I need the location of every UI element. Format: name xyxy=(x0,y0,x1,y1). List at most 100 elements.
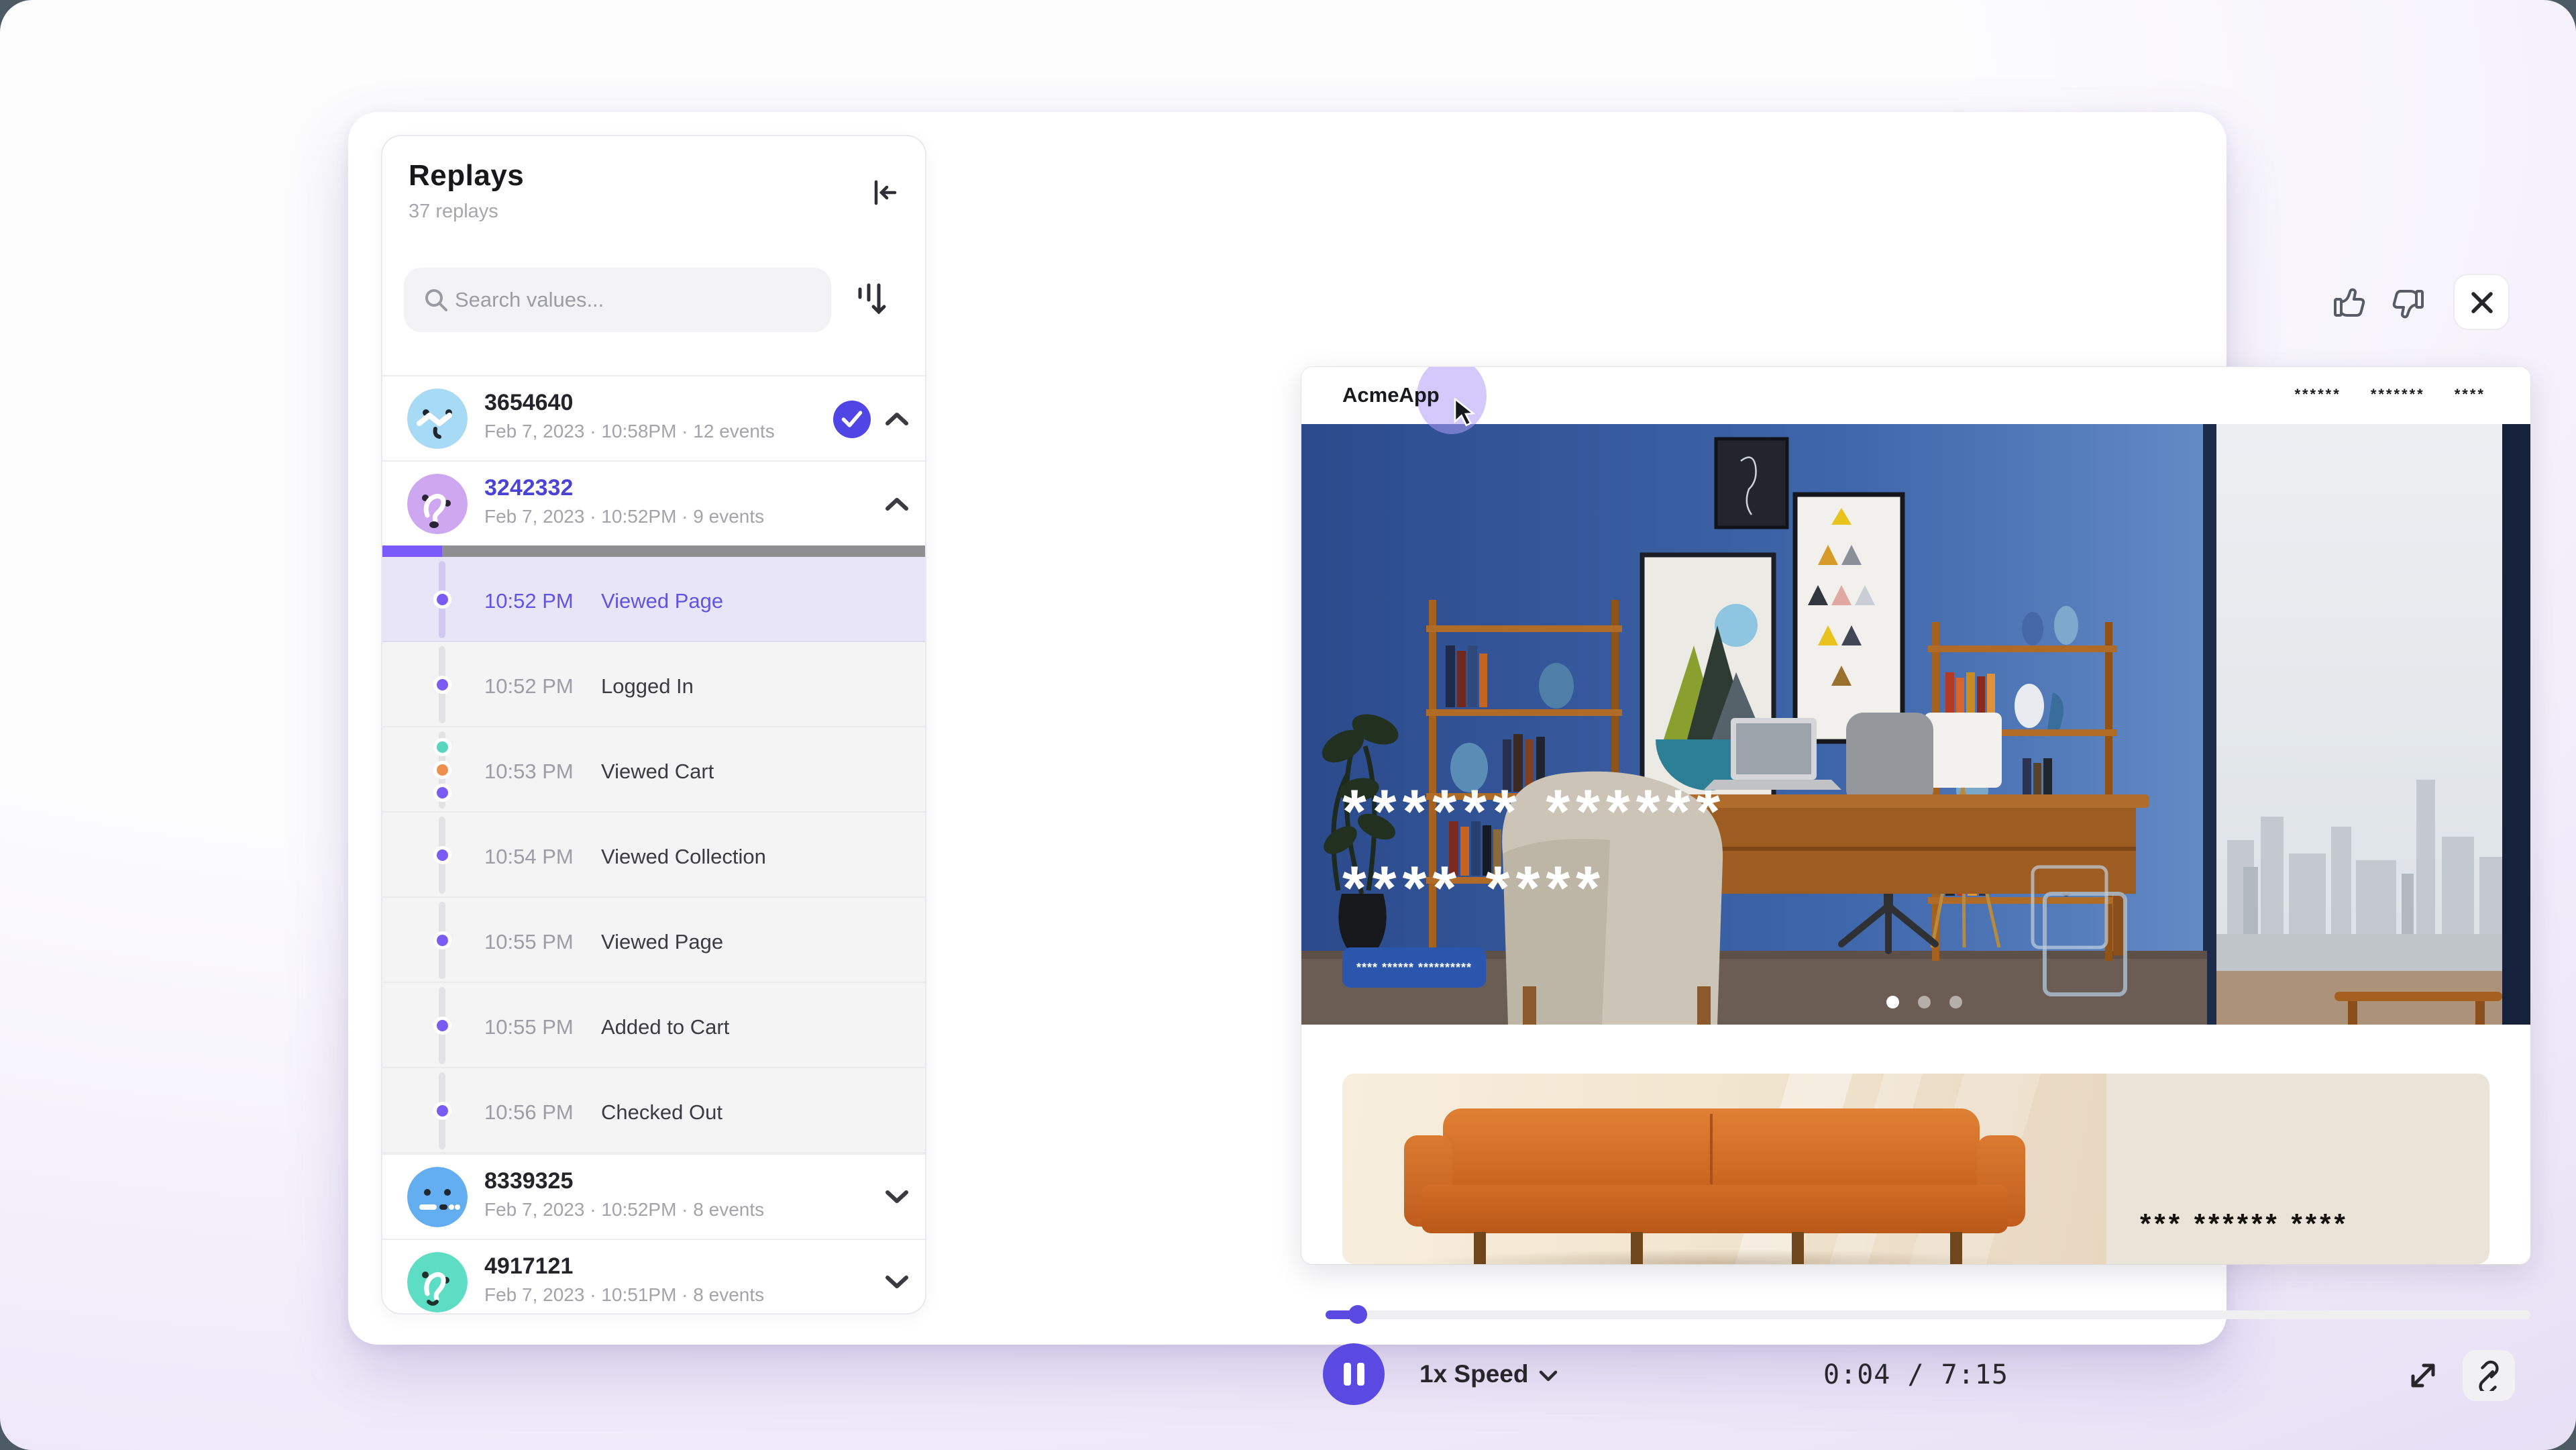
masked-nav-item[interactable]: ****** xyxy=(2294,386,2341,403)
replays-sidebar: Replays 37 replays xyxy=(381,135,926,1314)
session-id: 3242332 xyxy=(484,475,573,501)
event-time: 10:53 PM xyxy=(484,760,574,784)
page-title: Replays xyxy=(409,159,524,193)
carousel-dot-active[interactable] xyxy=(1886,996,1899,1008)
close-icon xyxy=(2469,290,2495,315)
event-name: Viewed Collection xyxy=(601,845,766,869)
event-row[interactable]: 10:52 PM Viewed Page xyxy=(382,557,925,642)
product-text-panel: *** ****** **** xyxy=(2106,1074,2489,1264)
session-row-4917121[interactable]: 4917121 Feb 7, 2023 · 10:51PM · 8 events xyxy=(382,1239,925,1314)
product-carousel-section: *** ****** **** xyxy=(1342,1074,2489,1264)
event-row[interactable]: 10:52 PM Logged In xyxy=(382,642,925,727)
carousel-dots[interactable] xyxy=(1886,996,1962,1008)
masked-hero-heading-line1: ****** ****** xyxy=(1342,792,1726,832)
pause-button[interactable] xyxy=(1323,1343,1385,1405)
feedback-controls xyxy=(2332,274,2514,334)
search-input[interactable] xyxy=(455,268,817,332)
search-box xyxy=(404,268,831,332)
masked-nav: ****** ******* **** xyxy=(2294,386,2485,403)
avatar xyxy=(407,474,468,534)
session-row-3654640[interactable]: 3654640 Feb 7, 2023 · 10:58PM · 12 event… xyxy=(382,375,925,460)
event-time: 10:52 PM xyxy=(484,674,574,698)
session-meta: Feb 7, 2023 · 10:58PM · 12 events xyxy=(484,421,775,442)
event-row[interactable]: 10:54 PM Viewed Collection xyxy=(382,813,925,898)
thumbs-down-button[interactable] xyxy=(2392,287,2425,321)
hero-cta-button[interactable]: **** ****** ********** xyxy=(1342,947,1486,988)
chevron-down-icon xyxy=(885,1190,909,1204)
event-time: 10:52 PM xyxy=(484,589,574,613)
pause-icon xyxy=(1344,1363,1351,1386)
masked-nav-item[interactable]: ******* xyxy=(2371,386,2425,403)
session-row-8339325[interactable]: 8339325 Feb 7, 2023 · 10:52PM · 8 events xyxy=(382,1153,925,1239)
session-meta: Feb 7, 2023 · 10:52PM · 8 events xyxy=(484,1199,764,1221)
expand-session-chevron-down[interactable] xyxy=(884,1190,910,1206)
event-name: Viewed Cart xyxy=(601,760,714,784)
event-dot-purple xyxy=(433,1017,451,1035)
event-time: 10:55 PM xyxy=(484,1015,574,1039)
thumbs-up-button[interactable] xyxy=(2332,286,2366,319)
poster-geometric xyxy=(1795,495,1902,741)
collapse-left-icon xyxy=(867,202,902,212)
session-replay-progress-fill xyxy=(382,546,442,557)
chevron-up-icon xyxy=(885,497,909,511)
close-replay-button[interactable] xyxy=(2453,274,2510,330)
event-dot-purple xyxy=(433,676,451,694)
session-row-3242332[interactable]: 3242332 Feb 7, 2023 · 10:52PM · 9 events xyxy=(382,460,925,546)
mouse-cursor-icon xyxy=(1452,398,1480,433)
masked-nav-item[interactable]: **** xyxy=(2455,386,2485,403)
event-row[interactable]: 10:53 PM Viewed Cart xyxy=(382,727,925,813)
carousel-dot[interactable] xyxy=(1949,996,1962,1008)
masked-hero-heading-line2: **** **** xyxy=(1342,868,1606,909)
event-row[interactable]: 10:56 PM Checked Out xyxy=(382,1068,925,1153)
expand-session-chevron-down[interactable] xyxy=(884,1275,910,1291)
session-meta: Feb 7, 2023 · 10:51PM · 8 events xyxy=(484,1284,764,1306)
speed-label: 1x Speed xyxy=(1419,1360,1528,1388)
event-time: 10:56 PM xyxy=(484,1100,574,1125)
acme-app-logo: AcmeApp xyxy=(1342,383,1440,407)
playback-time-display: 0:04 / 7:15 xyxy=(1782,1359,2050,1390)
chevron-up-icon xyxy=(885,411,909,426)
sort-descending-icon xyxy=(852,312,890,322)
event-name: Viewed Page xyxy=(601,930,723,954)
replayed-site-header: AcmeApp ****** ******* **** xyxy=(1301,367,2530,424)
carousel-dot[interactable] xyxy=(1918,996,1931,1008)
replay-count: 37 replays xyxy=(409,201,498,223)
playback-progress-thumb[interactable] xyxy=(1348,1305,1367,1324)
avatar xyxy=(407,389,468,449)
collapse-sidebar-button[interactable] xyxy=(867,175,902,210)
event-dot-purple xyxy=(433,784,451,802)
playback-speed-button[interactable]: 1x Speed xyxy=(1419,1360,1558,1388)
event-name: Logged In xyxy=(601,674,694,698)
replay-hero-image xyxy=(1301,424,2530,1025)
selected-check-badge xyxy=(833,401,871,438)
collapse-session-chevron-up[interactable] xyxy=(884,497,910,513)
check-icon xyxy=(840,409,864,430)
event-row[interactable]: 10:55 PM Viewed Page xyxy=(382,898,925,983)
event-name: Added to Cart xyxy=(601,1015,729,1039)
desktop-background: Replays 37 replays xyxy=(0,0,2576,1450)
link-icon xyxy=(2473,1360,2504,1391)
sort-button[interactable] xyxy=(852,280,890,320)
event-dot-purple xyxy=(433,931,451,949)
poster-sketch xyxy=(1716,439,1787,527)
copy-link-button[interactable] xyxy=(2463,1350,2515,1401)
collapse-session-chevron-up[interactable] xyxy=(884,411,910,427)
playback-progress-track[interactable] xyxy=(1326,1310,2530,1319)
event-time: 10:55 PM xyxy=(484,930,574,954)
session-replay-progress-bar xyxy=(382,546,925,557)
window-city-view xyxy=(2203,424,2530,1025)
avatar xyxy=(407,1252,468,1312)
fullscreen-button[interactable] xyxy=(2406,1359,2440,1392)
event-dot-orange xyxy=(433,761,451,779)
event-name: Checked Out xyxy=(601,1100,722,1125)
event-time: 10:54 PM xyxy=(484,845,574,869)
masked-product-text: *** ****** **** xyxy=(2140,1208,2349,1240)
event-name: Viewed Page xyxy=(601,589,723,613)
session-id: 4917121 xyxy=(484,1253,573,1280)
event-row[interactable]: 10:55 PM Added to Cart xyxy=(382,983,925,1068)
chevron-down-icon xyxy=(885,1275,909,1290)
chevron-down-icon xyxy=(1539,1360,1558,1388)
session-id: 3654640 xyxy=(484,390,573,416)
session-id: 8339325 xyxy=(484,1168,573,1194)
event-dot-teal xyxy=(433,738,451,756)
